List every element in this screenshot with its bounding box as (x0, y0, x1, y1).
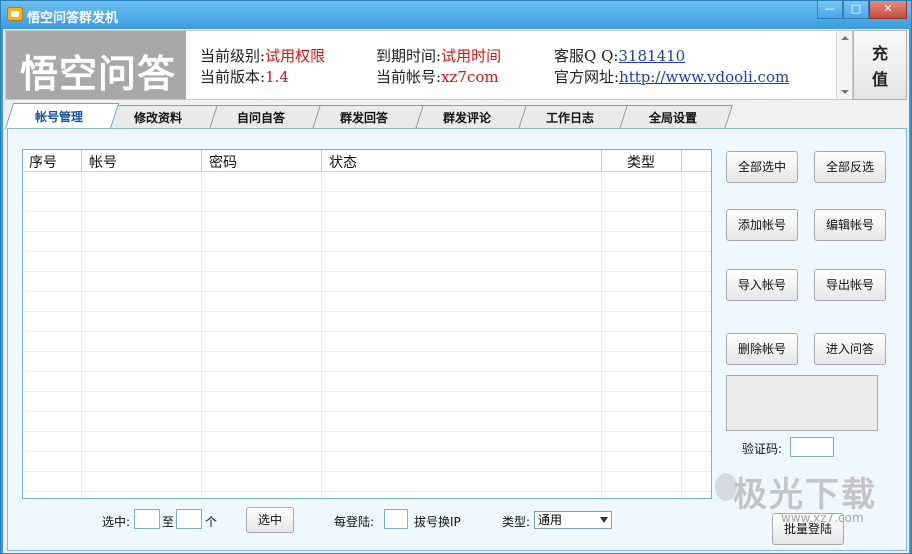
account-value: xz7com (441, 68, 499, 86)
column-divider[interactable] (601, 150, 602, 172)
per-login-label: 每登陆: (334, 515, 375, 529)
app-window: 悟空问答群发机 — □ ✕ 悟空问答 当前级别:试用权限 当前版本:1.4 到期… (0, 0, 912, 554)
app-icon (7, 7, 23, 21)
level-label: 当前级别: (200, 47, 266, 65)
captcha-input[interactable] (790, 437, 834, 457)
grid-line (81, 172, 82, 498)
version-info: 当前版本:1.4 (200, 66, 289, 87)
site-link[interactable]: http://www.vdooli.com (619, 68, 789, 86)
per-login-input[interactable] (384, 509, 408, 529)
expire-label: 到期时间: (376, 47, 442, 65)
edit-account-button[interactable]: 编辑帐号 (814, 209, 886, 241)
site-label: 官方网址: (554, 68, 620, 86)
logo-text: 悟空问答 (20, 52, 177, 96)
minimize-button[interactable]: — (817, 1, 843, 19)
column-divider[interactable] (201, 150, 202, 172)
column-header-status[interactable]: 状态 (329, 152, 357, 172)
column-header-password[interactable]: 密码 (209, 152, 237, 172)
grid-line (681, 172, 682, 498)
client-area: 悟空问答 当前级别:试用权限 当前版本:1.4 到期时间:试用时间 当前帐号:x… (3, 29, 909, 553)
watermark-text: 极光下载 (733, 475, 877, 515)
column-header-account[interactable]: 帐号 (89, 152, 117, 172)
qq-link[interactable]: 3181410 (618, 47, 685, 65)
tab-label-self-qa: 自问自答 (236, 111, 285, 125)
window-title: 悟空问答群发机 (27, 11, 119, 26)
captcha-image[interactable] (726, 375, 878, 431)
header-scrollbar[interactable] (836, 31, 852, 99)
watermark-url: www.xz7.com (781, 511, 864, 525)
select-all-button[interactable]: 全部选中 (726, 151, 798, 183)
tab-label-global-settings: 全局设置 (648, 111, 697, 125)
close-button[interactable]: ✕ (869, 1, 907, 19)
version-label: 当前版本: (200, 68, 266, 86)
grid-line (201, 172, 202, 498)
recharge-button[interactable]: 充 值 (853, 30, 907, 100)
scroll-down-icon[interactable] (841, 90, 849, 94)
column-divider[interactable] (321, 150, 322, 172)
tab-label-edit-profile: 修改资料 (133, 111, 182, 125)
header-banner: 悟空问答 当前级别:试用权限 当前版本:1.4 到期时间:试用时间 当前帐号:x… (5, 30, 853, 100)
scroll-up-icon[interactable] (841, 36, 849, 40)
column-header-type[interactable]: 类型 (627, 152, 655, 172)
invert-select-button[interactable]: 全部反选 (814, 151, 886, 183)
recharge-label-2: 值 (871, 70, 888, 89)
account-table[interactable]: 序号 帐号 密码 状态 类型 (22, 149, 712, 499)
qq-label: 客服Q Q: (554, 47, 619, 65)
tab-label-mass-answer: 群发回答 (339, 111, 388, 125)
expire-info: 到期时间:试用时间 (376, 45, 501, 66)
recharge-label-1: 充 (871, 44, 888, 63)
select-button[interactable]: 选中 (246, 507, 294, 533)
qq-info: 客服Q Q:3181410 (554, 45, 685, 66)
title-bar[interactable]: 悟空问答群发机 — □ ✕ (1, 1, 911, 29)
type-select[interactable]: 通用 (534, 511, 612, 529)
delete-account-button[interactable]: 删除帐号 (726, 333, 798, 365)
select-from-label: 选中: (102, 515, 131, 529)
grid-line (321, 172, 322, 498)
unit-label: 个 (205, 515, 218, 529)
column-divider[interactable] (681, 150, 682, 172)
tab-label-account-manage: 帐号管理 (34, 110, 83, 124)
watermark: 极光下载 www.xz7.com (715, 467, 903, 547)
add-account-button[interactable]: 添加帐号 (726, 209, 798, 241)
chevron-down-icon (600, 517, 608, 523)
export-account-button[interactable]: 导出帐号 (814, 269, 886, 301)
grid-line (601, 172, 602, 498)
tab-label-mass-comment: 群发评论 (442, 111, 491, 125)
account-label: 当前帐号: (376, 68, 442, 86)
type-select-value: 通用 (538, 513, 563, 527)
enter-qa-button[interactable]: 进入问答 (814, 333, 886, 365)
account-info: 当前帐号:xz7com (376, 66, 499, 87)
column-divider[interactable] (81, 150, 82, 172)
table-body[interactable] (23, 172, 711, 498)
tab-bar: 帐号管理 修改资料 自问自答 群发回答 群发评论 工作日志 全局设置 (3, 103, 909, 129)
captcha-label: 验证码: (742, 442, 783, 456)
type-label: 类型: (502, 515, 531, 529)
level-info: 当前级别:试用权限 (200, 45, 325, 66)
site-info: 官方网址:http://www.vdooli.com (554, 66, 789, 87)
select-from-input[interactable] (134, 509, 160, 529)
table-header: 序号 帐号 密码 状态 类型 (23, 150, 711, 172)
maximize-button[interactable]: □ (843, 1, 869, 19)
tab-label-work-log: 工作日志 (545, 111, 594, 125)
level-value: 试用权限 (265, 47, 326, 65)
column-header-index[interactable]: 序号 (29, 152, 57, 172)
logo: 悟空问答 (6, 31, 186, 99)
select-to-label: 至 (162, 515, 175, 529)
select-to-input[interactable] (176, 509, 202, 529)
import-account-button[interactable]: 导入帐号 (726, 269, 798, 301)
switch-ip-label: 拔号换IP (414, 515, 461, 529)
expire-value: 试用时间 (441, 47, 502, 65)
version-value: 1.4 (265, 68, 289, 86)
